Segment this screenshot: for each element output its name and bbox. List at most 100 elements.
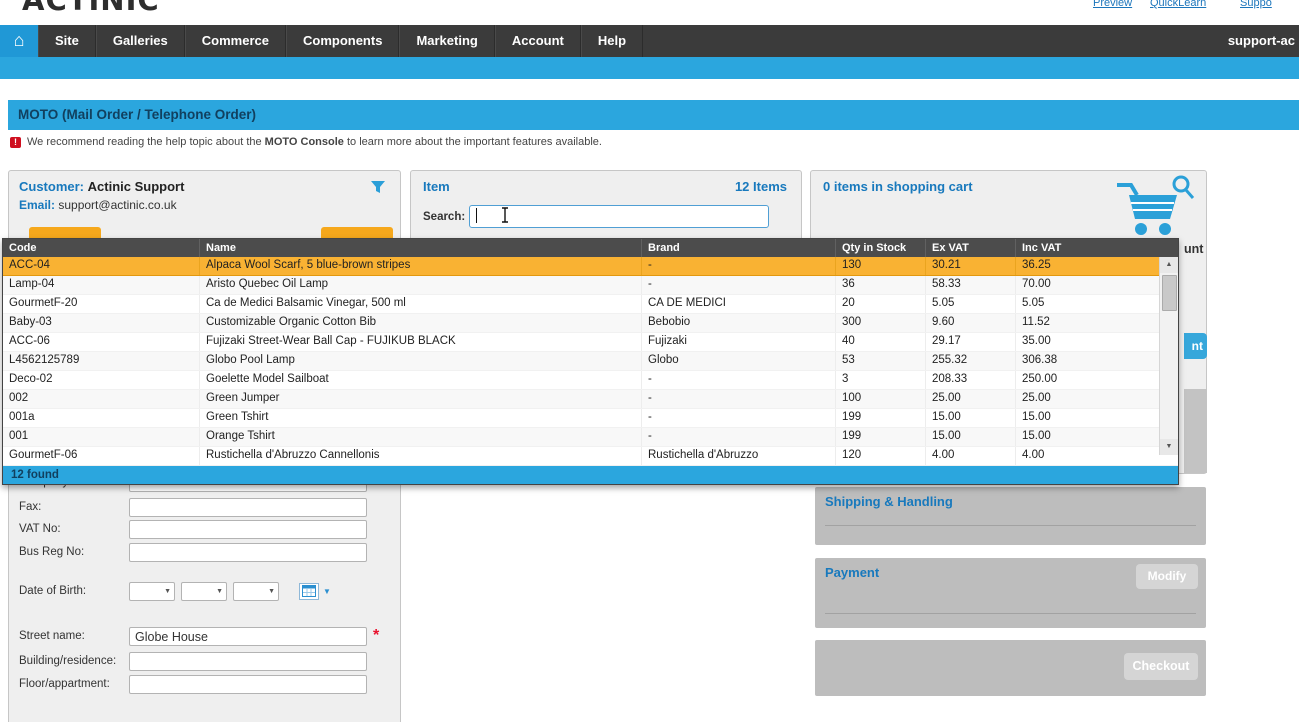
required-mark: * — [373, 627, 380, 644]
calendar-icon[interactable] — [299, 583, 319, 600]
results-header-row: Code Name Brand Qty in Stock Ex VAT Inc … — [3, 239, 1178, 257]
result-cell-brand: - — [641, 409, 835, 427]
results-scrollbar[interactable]: ▲ ▼ — [1159, 257, 1178, 455]
search-input[interactable] — [469, 205, 769, 228]
nav-home-tab[interactable]: ⌂ — [0, 25, 38, 57]
quicklearn-link[interactable]: QuickLearn — [1150, 0, 1206, 9]
result-cell-code: ACC-04 — [9, 259, 50, 271]
bus-reg-input[interactable] — [129, 543, 367, 562]
fax-row: Fax: — [9, 498, 400, 520]
results-body: ACC-04 Alpaca Wool Scarf, 5 blue-brown st… — [3, 257, 1178, 466]
header-accent-bar — [0, 57, 1299, 79]
dob-select-2[interactable]: ▼ — [181, 582, 227, 601]
filter-icon[interactable] — [370, 180, 386, 199]
scrollbar-thumb[interactable] — [1162, 275, 1177, 311]
result-cell-inc_vat: 25.00 — [1015, 390, 1178, 408]
column-header-qty[interactable]: Qty in Stock — [835, 239, 925, 257]
customer-email-row: Email: support@actinic.co.uk — [19, 198, 177, 212]
nav-item-marketing[interactable]: Marketing — [399, 25, 495, 57]
result-row[interactable]: L4562125789 Globo Pool Lamp Globo 53 255.32 3… — [3, 352, 1178, 371]
app-logo: ACTINIC — [22, 0, 252, 13]
result-cell-ex_vat: 29.17 — [925, 333, 1015, 351]
result-row[interactable]: Baby-03 Customizable Organic Cotton Bib Be… — [3, 314, 1178, 333]
result-cell-qty: 100 — [835, 390, 925, 408]
gray-section-fragment — [1184, 389, 1207, 473]
result-cell-brand: - — [641, 371, 835, 389]
result-cell-name: Ca de Medici Balsamic Vinegar, 500 ml — [199, 295, 641, 313]
column-header-brand[interactable]: Brand — [641, 239, 835, 257]
search-label: Search: — [423, 211, 466, 223]
modify-button[interactable]: Modify — [1136, 564, 1198, 589]
nav-item-site[interactable]: Site — [38, 25, 96, 57]
column-header-inc-vat[interactable]: Inc VAT — [1015, 239, 1178, 257]
result-cell-qty: 300 — [835, 314, 925, 332]
result-row[interactable]: ACC-06 Fujizaki Street-Wear Ball Cap - FU… — [3, 333, 1178, 352]
nav-item-galleries[interactable]: Galleries — [95, 25, 185, 57]
calendar-dropdown-icon[interactable]: ▼ — [323, 587, 331, 596]
column-header-name[interactable]: Name — [199, 239, 641, 257]
fax-input[interactable] — [129, 498, 367, 517]
results-footer: 12 found — [3, 466, 1178, 484]
scroll-up-icon[interactable]: ▲ — [1160, 257, 1178, 273]
payment-section: Payment Modify — [815, 558, 1206, 628]
warning-icon: ! — [10, 136, 21, 148]
chevron-down-icon: ▼ — [268, 588, 275, 595]
nav-items: Site Galleries Commerce Components Marke… — [38, 25, 644, 57]
result-cell-code: GourmetF-20 — [9, 297, 78, 309]
divider — [825, 613, 1196, 614]
floor-input[interactable] — [129, 675, 367, 694]
dob-select-3[interactable]: ▼ — [233, 582, 279, 601]
chevron-down-icon: ▼ — [216, 588, 223, 595]
column-header-ex-vat[interactable]: Ex VAT — [925, 239, 1015, 257]
scroll-down-icon[interactable]: ▼ — [1160, 439, 1178, 455]
vat-no-input[interactable] — [129, 520, 367, 539]
dob-select-1[interactable]: ▼ — [129, 582, 175, 601]
result-row[interactable]: 002 Green Jumper -100 25.00 25.00 — [3, 390, 1178, 409]
result-cell-inc_vat: 15.00 — [1015, 409, 1178, 427]
result-row[interactable]: Deco-02 Goelette Model Sailboat -3 208.33 25… — [3, 371, 1178, 390]
result-row[interactable]: 001 Orange Tshirt -199 15.00 15.00 — [3, 428, 1178, 447]
checkout-button[interactable]: Checkout — [1124, 653, 1198, 680]
item-panel-title: Item — [423, 179, 450, 194]
street-row: Street name: * — [9, 627, 400, 649]
result-cell-code: 001a — [9, 411, 35, 423]
result-cell-code: Baby-03 — [9, 316, 52, 328]
support-link[interactable]: Suppo — [1240, 0, 1272, 9]
preview-link[interactable]: Preview — [1093, 0, 1132, 9]
result-cell-name: Fujizaki Street-Wear Ball Cap - FUJIKUB … — [199, 333, 641, 351]
result-row[interactable]: ACC-04 Alpaca Wool Scarf, 5 blue-brown st… — [3, 257, 1178, 276]
nav-item-account[interactable]: Account — [494, 25, 581, 57]
result-cell-ex_vat: 15.00 — [925, 409, 1015, 427]
result-cell-ex_vat: 255.32 — [925, 352, 1015, 370]
column-header-code[interactable]: Code — [3, 239, 199, 257]
building-input[interactable] — [129, 652, 367, 671]
result-row[interactable]: GourmetF-06 Rustichella d'Abruzzo Cannell… — [3, 447, 1178, 466]
nav-item-components[interactable]: Components — [285, 25, 400, 57]
search-results-dropdown: Code Name Brand Qty in Stock Ex VAT Inc … — [2, 238, 1179, 485]
moto-title-bar: MOTO (Mail Order / Telephone Order) — [8, 100, 1299, 130]
result-cell-name: Green Tshirt — [199, 409, 641, 427]
result-cell-qty: 3 — [835, 371, 925, 389]
street-input[interactable] — [129, 627, 367, 646]
logged-in-user[interactable]: support-ac — [1228, 25, 1295, 57]
result-cell-qty: 130 — [835, 257, 925, 275]
account-text-fragment: unt — [1184, 242, 1204, 256]
result-row[interactable]: 001a Green Tshirt -199 15.00 15.00 — [3, 409, 1178, 428]
nav-item-commerce[interactable]: Commerce — [184, 25, 286, 57]
result-cell-code: 001 — [9, 430, 29, 442]
nav-item-help[interactable]: Help — [580, 25, 644, 57]
screen: ACTINIC Preview QuickLearn Suppo ⌂ Site … — [0, 0, 1299, 722]
result-cell-ex_vat: 15.00 — [925, 428, 1015, 446]
result-cell-inc_vat: 35.00 — [1015, 333, 1178, 351]
account-button-fragment[interactable]: nt — [1184, 333, 1207, 359]
result-row[interactable]: GourmetF-20 Ca de Medici Balsamic Vinegar… — [3, 295, 1178, 314]
bus-reg-row: Bus Reg No: — [9, 543, 400, 565]
result-cell-qty: 199 — [835, 409, 925, 427]
divider — [825, 525, 1196, 526]
shipping-title: Shipping & Handling — [825, 494, 953, 509]
result-cell-name: Aristo Quebec Oil Lamp — [199, 276, 641, 294]
result-cell-brand: CA DE MEDICI — [641, 295, 835, 313]
result-cell-brand: - — [641, 257, 835, 275]
result-row[interactable]: Lamp-04 Aristo Quebec Oil Lamp -36 58.33 70.… — [3, 276, 1178, 295]
result-cell-qty: 199 — [835, 428, 925, 446]
